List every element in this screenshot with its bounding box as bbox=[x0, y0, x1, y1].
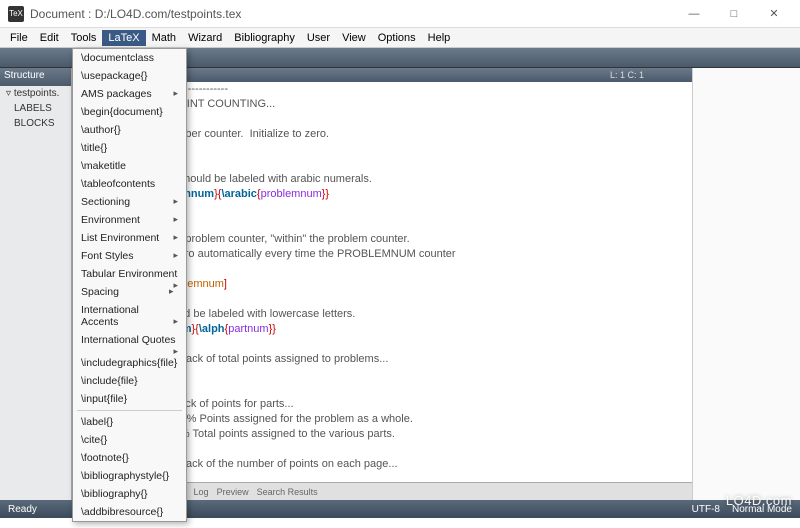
dropdown-item[interactable]: \bibliography{} bbox=[73, 485, 186, 503]
dropdown-item[interactable]: \input{file} bbox=[73, 390, 186, 408]
maximize-button[interactable]: □ bbox=[716, 3, 752, 25]
menubar: FileEditToolsLaTeXMathWizardBibliography… bbox=[0, 28, 800, 48]
dropdown-item[interactable]: \include{file} bbox=[73, 372, 186, 390]
dropdown-item[interactable]: \documentclass bbox=[73, 49, 186, 67]
cursor-position: L: 1 C: 1 bbox=[610, 70, 644, 80]
titlebar: TeX Document : D:/LO4D.com/testpoints.te… bbox=[0, 0, 800, 28]
tab[interactable]: Search Results bbox=[257, 487, 318, 497]
menu-help[interactable]: Help bbox=[422, 30, 457, 46]
menu-wizard[interactable]: Wizard bbox=[182, 30, 228, 46]
dropdown-item[interactable]: AMS packages bbox=[73, 85, 186, 103]
dropdown-item[interactable]: Tabular Environment bbox=[73, 265, 186, 283]
window-title: Document : D:/LO4D.com/testpoints.tex bbox=[30, 7, 676, 21]
menu-edit[interactable]: Edit bbox=[34, 30, 65, 46]
sidebar-item-blocks[interactable]: BLOCKS bbox=[0, 116, 71, 131]
dropdown-item[interactable]: \footnote{} bbox=[73, 449, 186, 467]
dropdown-item[interactable]: Spacing bbox=[73, 283, 186, 301]
sidebar: Structure ▿ testpoints. LABELSBLOCKS bbox=[0, 68, 72, 500]
status-encoding: UTF-8 bbox=[692, 504, 720, 515]
dropdown-item[interactable]: \author{} bbox=[73, 121, 186, 139]
menu-math[interactable]: Math bbox=[146, 30, 182, 46]
dropdown-item[interactable]: \title{} bbox=[73, 139, 186, 157]
dropdown-item[interactable]: \cite{} bbox=[73, 431, 186, 449]
sidebar-item-labels[interactable]: LABELS bbox=[0, 101, 71, 116]
dropdown-item[interactable]: \tableofcontents bbox=[73, 175, 186, 193]
sidebar-root[interactable]: ▿ testpoints. bbox=[0, 86, 71, 101]
menu-file[interactable]: File bbox=[4, 30, 34, 46]
dropdown-item[interactable]: List Environment bbox=[73, 229, 186, 247]
dropdown-item[interactable]: \addbibresource{} bbox=[73, 503, 186, 521]
close-button[interactable]: ✕ bbox=[756, 3, 792, 25]
dropdown-item[interactable]: \includegraphics{file} bbox=[73, 349, 186, 372]
watermark: LO4D.com bbox=[726, 493, 792, 508]
minimize-button[interactable]: — bbox=[676, 3, 712, 25]
dropdown-item[interactable]: \maketitle bbox=[73, 157, 186, 175]
sidebar-header: Structure bbox=[0, 68, 71, 86]
dropdown-item[interactable]: International Quotes bbox=[73, 331, 186, 349]
dropdown-item[interactable]: Sectioning bbox=[73, 193, 186, 211]
dropdown-item[interactable]: \label{} bbox=[73, 413, 186, 431]
tab[interactable]: Log bbox=[194, 487, 209, 497]
menu-options[interactable]: Options bbox=[372, 30, 422, 46]
dropdown-item[interactable]: \begin{document} bbox=[73, 103, 186, 121]
menu-bibliography[interactable]: Bibliography bbox=[228, 30, 301, 46]
dropdown-item[interactable]: \usepackage{} bbox=[73, 67, 186, 85]
preview-column bbox=[692, 68, 800, 500]
menu-user[interactable]: User bbox=[301, 30, 336, 46]
dropdown-item[interactable]: Environment bbox=[73, 211, 186, 229]
dropdown-item[interactable]: Font Styles bbox=[73, 247, 186, 265]
menu-view[interactable]: View bbox=[336, 30, 372, 46]
tab[interactable]: Preview bbox=[217, 487, 249, 497]
tex-icon: TeX bbox=[8, 6, 24, 22]
dropdown-item[interactable]: International Accents bbox=[73, 301, 186, 331]
dropdown-item[interactable]: \bibliographystyle{} bbox=[73, 467, 186, 485]
menu-latex[interactable]: LaTeX bbox=[102, 30, 145, 46]
latex-dropdown: \documentclass\usepackage{}AMS packages\… bbox=[72, 48, 187, 522]
menu-tools[interactable]: Tools bbox=[65, 30, 103, 46]
